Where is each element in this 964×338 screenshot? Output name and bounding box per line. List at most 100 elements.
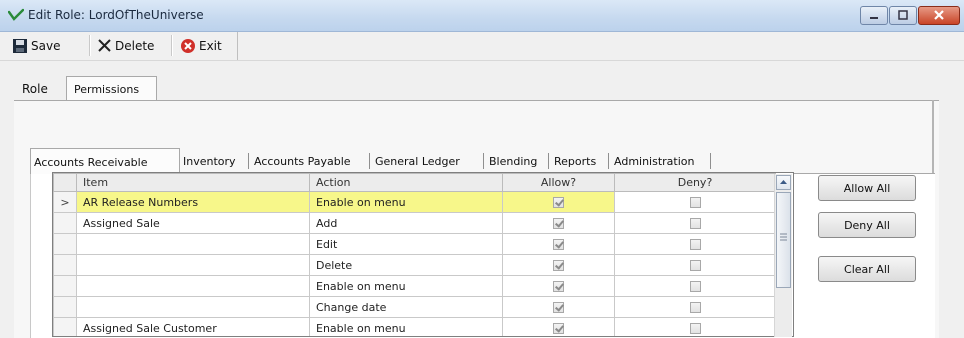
minimize-icon — [870, 17, 878, 19]
table-row[interactable]: Enable on menu — [53, 275, 776, 297]
deny-cell[interactable] — [614, 275, 776, 297]
deny-cell[interactable] — [614, 296, 776, 318]
action-cell[interactable]: Enable on menu — [309, 317, 503, 336]
action-cell[interactable]: Enable on menu — [309, 275, 503, 297]
action-cell[interactable]: Enable on menu — [309, 191, 503, 213]
allow-cell[interactable] — [502, 191, 615, 213]
permissions-grid[interactable]: Item Action Allow? Deny? > AR Release Nu… — [52, 172, 794, 337]
outer-tab-strip: Role Permissions — [0, 76, 964, 100]
tab-divider — [369, 153, 370, 169]
deny-cell[interactable] — [614, 191, 776, 213]
row-marker — [53, 212, 77, 234]
action-cell[interactable]: Add — [309, 212, 503, 234]
deny-checkbox[interactable] — [689, 197, 701, 208]
toolbar-end-separator — [237, 32, 238, 60]
column-header-action[interactable]: Action — [309, 173, 503, 192]
tab-reports[interactable]: Reports — [554, 155, 596, 168]
tab-administration[interactable]: Administration — [614, 155, 695, 168]
deny-cell[interactable] — [614, 233, 776, 255]
tab-accounts-payable[interactable]: Accounts Payable — [254, 155, 351, 168]
allow-checkbox[interactable] — [553, 239, 564, 250]
delete-button[interactable]: Delete — [93, 35, 158, 56]
toolbar: Save Delete Exit — [0, 32, 964, 61]
item-cell[interactable]: Assigned Sale Customer — [76, 317, 310, 336]
maximize-icon — [898, 10, 908, 20]
deny-cell[interactable] — [614, 317, 776, 336]
row-marker — [53, 233, 77, 255]
deny-all-button[interactable]: Deny All — [818, 212, 916, 238]
exit-button[interactable]: Exit — [176, 35, 226, 56]
deny-checkbox[interactable] — [689, 260, 701, 271]
table-row[interactable]: Edit — [53, 233, 776, 255]
column-header-item[interactable]: Item — [76, 173, 310, 192]
allow-cell[interactable] — [502, 212, 615, 234]
item-cell[interactable]: AR Release Numbers — [76, 191, 310, 213]
item-cell[interactable] — [76, 275, 310, 297]
toolbar-separator — [89, 35, 91, 56]
row-marker: > — [53, 191, 77, 213]
row-header-corner — [53, 173, 77, 192]
allow-cell[interactable] — [502, 254, 615, 276]
title-bar: Edit Role: LordOfTheUniverse — [0, 0, 964, 32]
item-cell[interactable] — [76, 296, 310, 318]
action-cell[interactable]: Delete — [309, 254, 503, 276]
save-button[interactable]: Save — [8, 35, 64, 56]
allow-checkbox[interactable] — [553, 197, 564, 208]
action-cell[interactable]: Change date — [309, 296, 503, 318]
column-header-deny[interactable]: Deny? — [614, 173, 776, 192]
close-button[interactable] — [918, 6, 960, 25]
exit-label: Exit — [199, 38, 222, 53]
allow-cell[interactable] — [502, 233, 615, 255]
grip-icon — [780, 233, 787, 241]
allow-cell[interactable] — [502, 296, 615, 318]
allow-checkbox[interactable] — [553, 281, 564, 292]
scroll-thumb[interactable] — [776, 192, 791, 288]
exit-icon — [181, 38, 195, 53]
action-cell[interactable]: Edit — [309, 233, 503, 255]
table-row[interactable]: Delete — [53, 254, 776, 276]
scroll-up-button[interactable] — [776, 175, 791, 190]
table-row[interactable]: Assigned Sale Add — [53, 212, 776, 234]
floppy-disk-icon — [13, 38, 27, 53]
allow-checkbox[interactable] — [553, 323, 564, 334]
deny-checkbox[interactable] — [689, 218, 701, 229]
tab-general-ledger[interactable]: General Ledger — [375, 155, 460, 168]
row-marker — [53, 275, 77, 297]
grid-vertical-scrollbar[interactable] — [774, 174, 792, 337]
maximize-button[interactable] — [889, 6, 917, 25]
allow-checkbox[interactable] — [553, 260, 564, 271]
table-row[interactable]: Assigned Sale Customer Enable on menu — [53, 317, 776, 336]
column-header-allow[interactable]: Allow? — [502, 173, 615, 192]
tab-divider — [483, 153, 484, 169]
allow-checkbox[interactable] — [553, 218, 564, 229]
tab-inventory[interactable]: Inventory — [183, 155, 236, 168]
delete-x-icon — [98, 39, 111, 52]
tab-permissions[interactable]: Permissions — [66, 76, 157, 100]
deny-checkbox[interactable] — [689, 281, 701, 292]
table-row[interactable]: > AR Release Numbers Enable on menu — [53, 191, 776, 213]
row-marker — [53, 317, 77, 336]
item-cell[interactable] — [76, 254, 310, 276]
minimize-button[interactable] — [860, 6, 888, 25]
toolbar-separator — [171, 35, 173, 56]
deny-checkbox[interactable] — [689, 302, 701, 313]
deny-cell[interactable] — [614, 254, 776, 276]
row-marker — [53, 296, 77, 318]
deny-cell[interactable] — [614, 212, 776, 234]
item-cell[interactable] — [76, 233, 310, 255]
allow-cell[interactable] — [502, 275, 615, 297]
tab-role[interactable]: Role — [22, 82, 48, 96]
deny-checkbox[interactable] — [689, 323, 701, 334]
tab-divider — [710, 153, 711, 169]
tab-accounts-receivable[interactable]: Accounts Receivable — [30, 148, 180, 174]
allow-all-button[interactable]: Allow All — [818, 175, 916, 201]
allow-cell[interactable] — [502, 317, 615, 336]
tab-blending[interactable]: Blending — [489, 155, 537, 168]
clear-all-button[interactable]: Clear All — [818, 256, 916, 282]
table-row[interactable]: Change date — [53, 296, 776, 318]
close-icon — [934, 10, 944, 20]
item-cell[interactable]: Assigned Sale — [76, 212, 310, 234]
allow-checkbox[interactable] — [553, 302, 564, 313]
deny-checkbox[interactable] — [689, 239, 701, 250]
app-check-icon — [8, 8, 24, 21]
